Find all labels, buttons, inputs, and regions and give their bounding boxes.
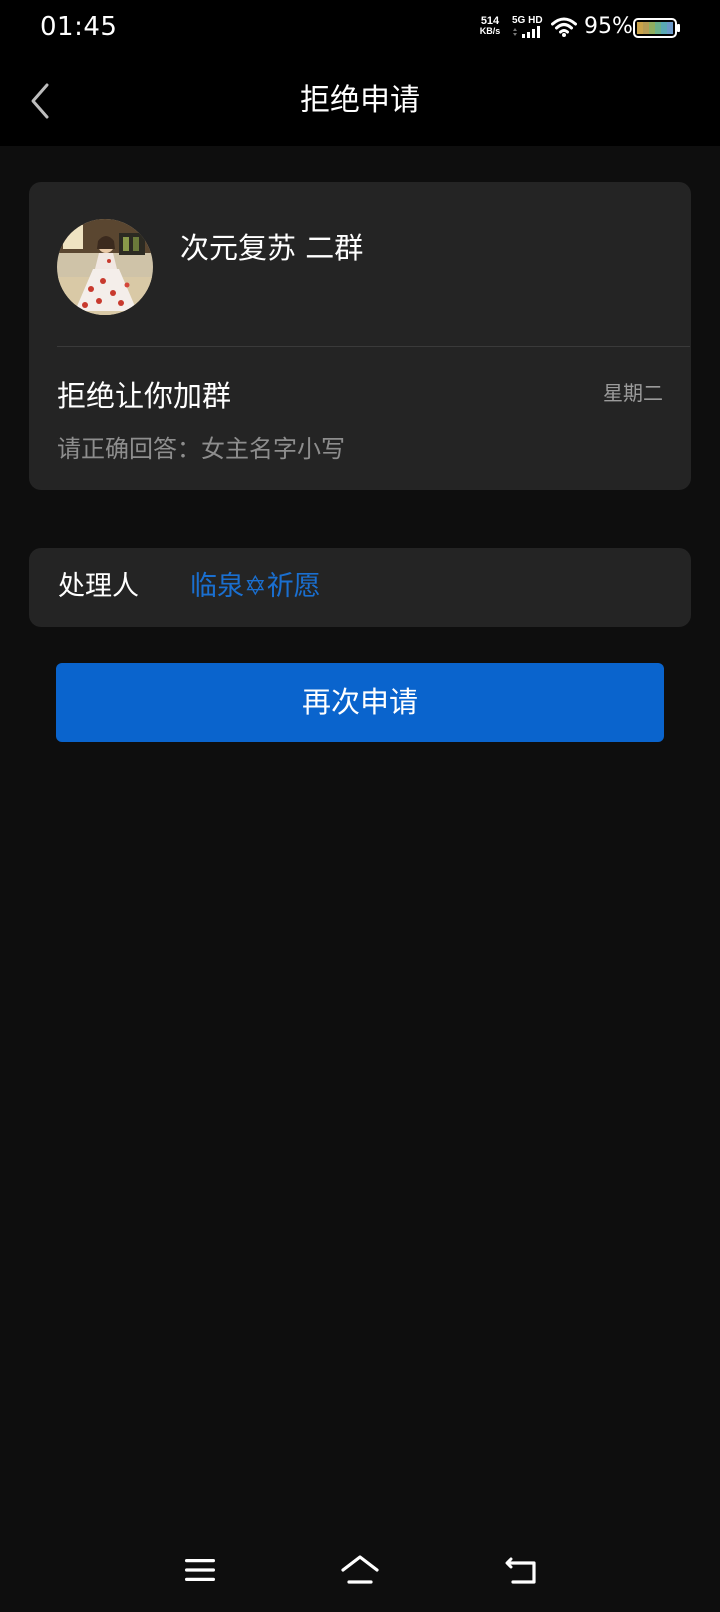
reapply-button[interactable]: 再次申请 <box>56 663 664 742</box>
network-speed: 514 KB/s <box>476 15 504 37</box>
handler-row: 处理人 临泉✡祈愿 <box>29 548 691 627</box>
cellular-status: 5G HD <box>512 15 544 38</box>
system-menu-button[interactable] <box>175 1550 225 1590</box>
group-name[interactable]: 次元复苏 二群 <box>180 228 363 268</box>
battery-percent: 95% <box>584 14 633 39</box>
return-icon <box>505 1557 536 1584</box>
system-back-button[interactable] <box>496 1550 546 1590</box>
request-date: 星期二 <box>603 381 663 405</box>
system-home-button[interactable] <box>335 1550 385 1590</box>
handler-label: 处理人 <box>58 571 139 602</box>
group-request-card: 次元复苏 二群 拒绝让你加群 星期二 请正确回答：女主名字小写 <box>29 182 691 490</box>
page-title: 拒绝申请 <box>300 83 420 118</box>
network-speed-unit: KB/s <box>479 26 501 36</box>
group-avatar[interactable] <box>57 219 153 315</box>
request-status-title: 拒绝让你加群 <box>57 379 232 413</box>
wifi-icon <box>551 17 577 37</box>
status-time: 01:45 <box>40 12 118 42</box>
reject-reason: 请正确回答：女主名字小写 <box>57 435 345 463</box>
status-bar: 01:45 514 KB/s 5G HD 95% <box>0 0 720 56</box>
handler-name-link[interactable]: 临泉✡祈愿 <box>190 568 321 606</box>
menu-icon <box>185 1559 215 1581</box>
network-type-label: 5G HD <box>512 15 543 26</box>
home-icon <box>341 1555 379 1584</box>
signal-icon <box>513 26 540 38</box>
battery-icon <box>633 18 680 38</box>
divider <box>57 346 690 347</box>
navigation-bar: 拒绝申请 <box>0 56 720 146</box>
system-navigation-bar <box>0 1530 720 1612</box>
avatar-image <box>57 219 153 315</box>
network-speed-value: 514 <box>480 15 500 27</box>
